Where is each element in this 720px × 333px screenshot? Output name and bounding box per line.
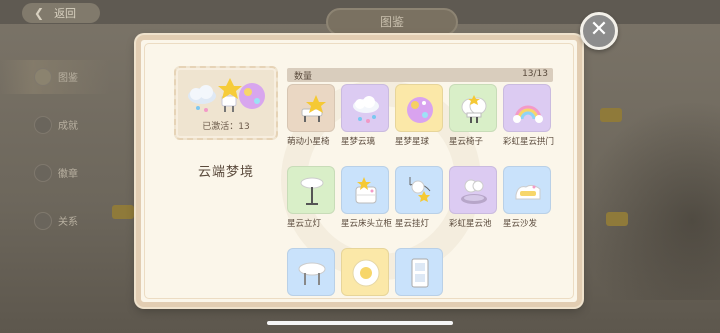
item-name: 星梦星球 bbox=[395, 137, 430, 147]
item-name: 彩虹星云拱门 bbox=[503, 137, 555, 147]
side-item-label: 成就 bbox=[58, 121, 78, 132]
hanging-lamp-icon bbox=[409, 177, 431, 202]
badge-icon bbox=[34, 164, 52, 182]
back-label: 返回 bbox=[54, 7, 77, 20]
quantity-count: 13/13 bbox=[522, 69, 548, 79]
grid-item[interactable]: 星云床头立柜 bbox=[341, 166, 393, 230]
relation-icon bbox=[34, 212, 52, 230]
item-name: 星云床头立柜 bbox=[341, 219, 393, 229]
side-item-label: 图鉴 bbox=[58, 73, 78, 84]
item-tile[interactable] bbox=[395, 166, 443, 214]
set-name: 云端梦境 bbox=[197, 165, 254, 180]
page-title: 图鉴 bbox=[379, 15, 404, 29]
item-name: 星梦云璃 bbox=[341, 137, 376, 147]
candle-decoration bbox=[606, 212, 628, 226]
item-tile[interactable] bbox=[503, 84, 551, 132]
grid-item[interactable]: 星云立灯 bbox=[287, 166, 337, 230]
side-item-relation[interactable]: 关系 bbox=[0, 204, 110, 238]
collection-dialog: 已激活：13 云端梦境 数量 13/13 萌动小星椅 星梦云璃 星梦星球 星云椅… bbox=[136, 35, 582, 307]
floor-lamp-icon bbox=[300, 177, 324, 205]
activated-count: 已激活：13 bbox=[202, 122, 250, 132]
rainbow-arch-icon bbox=[513, 105, 543, 123]
item-name: 萌动小星椅 bbox=[287, 137, 330, 147]
collection-icon bbox=[34, 68, 52, 86]
item-tile[interactable] bbox=[341, 166, 389, 214]
grid-item[interactable] bbox=[287, 248, 337, 300]
home-indicator[interactable] bbox=[267, 321, 453, 325]
grid-item[interactable]: 彩虹星云拱门 bbox=[503, 84, 555, 148]
item-grid[interactable]: 萌动小星椅 星梦云璃 星梦星球 星云椅子 彩虹星云拱门 星云立灯 星云床头立柜 … bbox=[287, 84, 557, 302]
bedside-cabinet-icon bbox=[355, 177, 377, 204]
back-button[interactable]: ❮ 返回 bbox=[22, 3, 100, 23]
item-name: 星云立灯 bbox=[287, 219, 322, 229]
cloud-chair-icon bbox=[461, 95, 487, 123]
item-name: 星云椅子 bbox=[449, 137, 484, 147]
set-preview-card[interactable]: 已激活：13 bbox=[174, 66, 278, 140]
grid-item[interactable] bbox=[341, 248, 391, 300]
background-decoration bbox=[580, 100, 720, 300]
close-icon: ✕ bbox=[589, 17, 609, 42]
item-tile[interactable] bbox=[341, 84, 389, 132]
grid-item[interactable]: 星云沙发 bbox=[503, 166, 553, 230]
cloud-table-icon bbox=[298, 262, 326, 285]
side-item-badge[interactable]: 徽章 bbox=[0, 156, 110, 190]
quantity-label: 数量 bbox=[294, 72, 313, 82]
side-item-achievement[interactable]: 成就 bbox=[0, 108, 110, 142]
star-chair-icon bbox=[301, 95, 326, 122]
star-planet-icon bbox=[407, 97, 433, 123]
side-item-collection[interactable]: 图鉴 bbox=[0, 60, 110, 94]
cloud-sofa-icon bbox=[515, 184, 541, 200]
grid-item[interactable]: 星云椅子 bbox=[449, 84, 499, 148]
item-tile[interactable] bbox=[287, 166, 335, 214]
item-tile[interactable] bbox=[449, 166, 497, 214]
item-tile[interactable] bbox=[395, 248, 443, 296]
side-item-label: 徽章 bbox=[58, 169, 78, 180]
grid-item[interactable]: 星梦星球 bbox=[395, 84, 445, 148]
item-name: 彩虹星云池 bbox=[449, 219, 492, 229]
close-button[interactable]: ✕ bbox=[580, 12, 618, 50]
item-name: 星云挂灯 bbox=[395, 219, 430, 229]
candle-decoration bbox=[112, 205, 134, 219]
grid-item[interactable]: 彩虹星云池 bbox=[449, 166, 499, 230]
item-tile[interactable] bbox=[341, 248, 389, 296]
rainbow-pool-icon bbox=[461, 179, 487, 204]
cloud-wardrobe-icon bbox=[411, 258, 429, 288]
item-tile[interactable] bbox=[287, 84, 335, 132]
side-menu: 图鉴 成就 徽章 关系 bbox=[0, 60, 110, 252]
side-item-label: 关系 bbox=[58, 217, 78, 228]
candle-decoration bbox=[600, 108, 622, 122]
grid-item[interactable]: 星梦云璃 bbox=[341, 84, 391, 148]
grid-item[interactable]: 萌动小星椅 bbox=[287, 84, 337, 148]
item-name: 星云沙发 bbox=[503, 219, 538, 229]
cloud-dream-set-icon bbox=[188, 78, 265, 112]
chevron-left-icon: ❮ bbox=[34, 6, 45, 20]
cloud-crystal-icon bbox=[353, 96, 379, 123]
item-tile[interactable] bbox=[503, 166, 551, 214]
page-title-tab: 图鉴 bbox=[326, 8, 458, 36]
list-header: 数量 13/13 bbox=[287, 68, 553, 82]
grid-item[interactable] bbox=[395, 248, 445, 300]
item-tile[interactable] bbox=[287, 248, 335, 296]
grid-item[interactable]: 星云挂灯 bbox=[395, 166, 445, 230]
cloud-rug-icon bbox=[352, 259, 380, 287]
item-tile[interactable] bbox=[395, 84, 443, 132]
item-tile[interactable] bbox=[449, 84, 497, 132]
achievement-icon bbox=[34, 116, 52, 134]
